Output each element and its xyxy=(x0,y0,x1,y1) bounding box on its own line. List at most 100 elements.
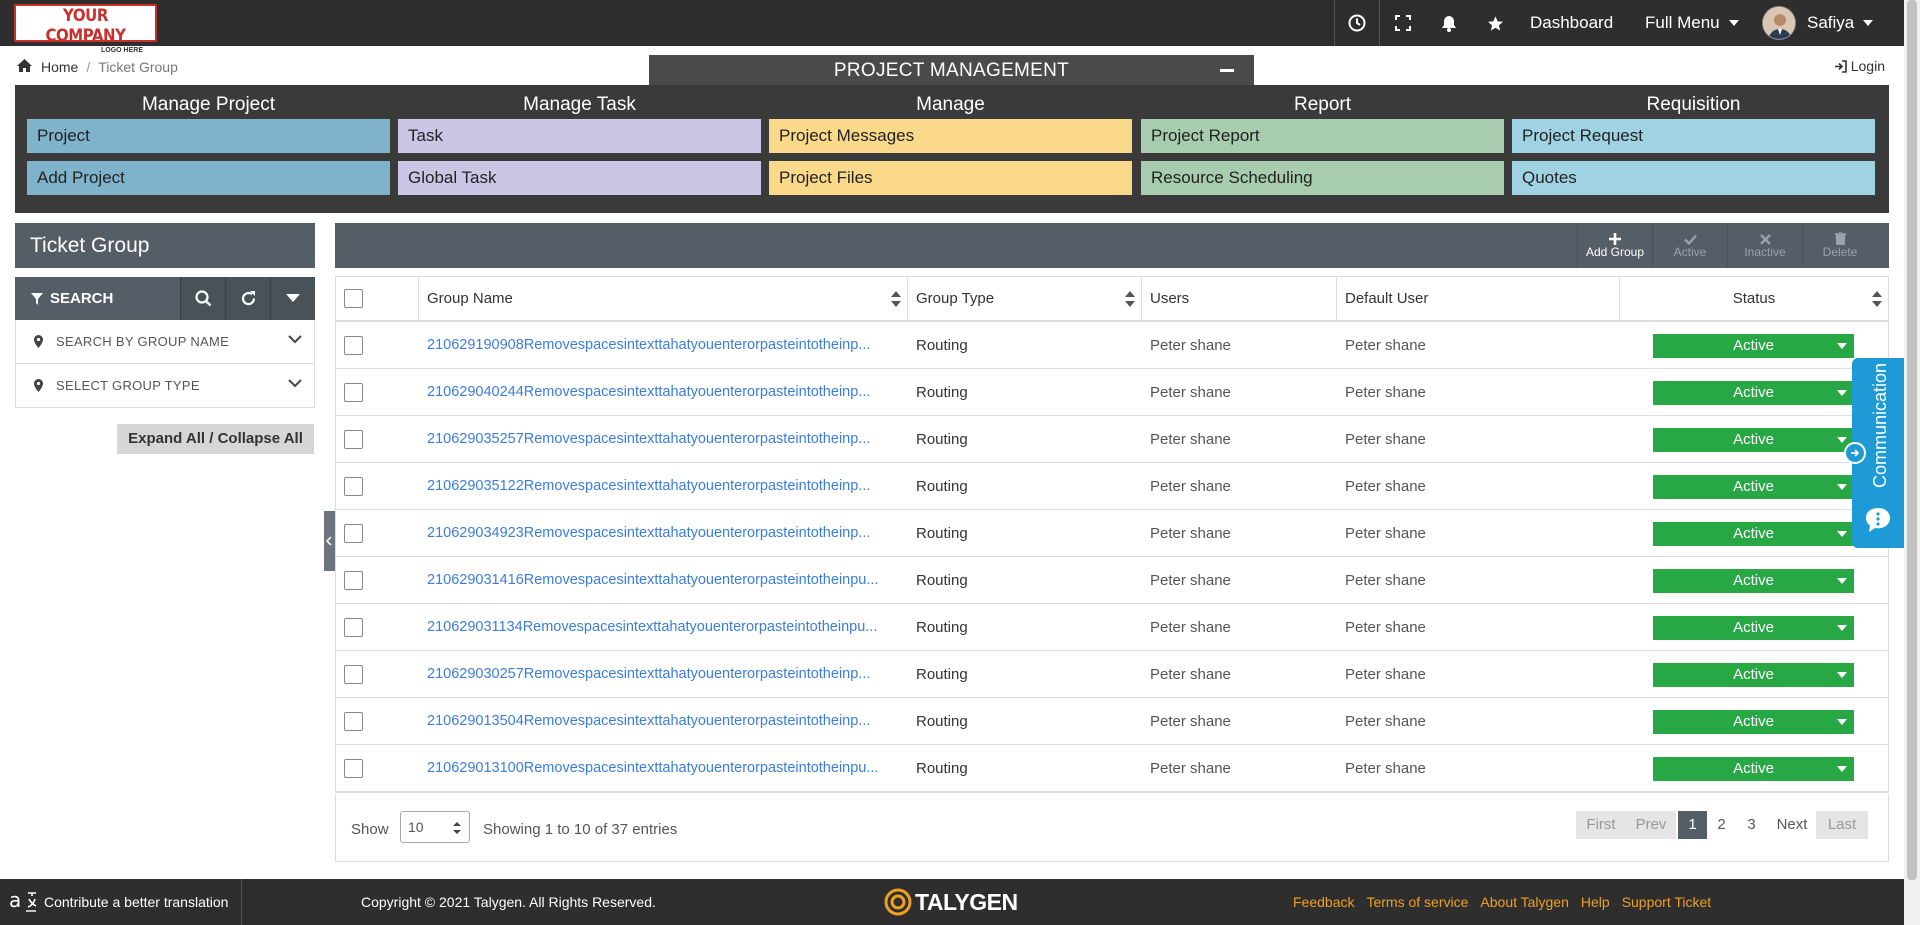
prev-page-button[interactable]: Prev xyxy=(1626,811,1676,839)
caret-down-icon[interactable] xyxy=(1830,757,1854,781)
menu-item-project-report[interactable]: Project Report xyxy=(1141,119,1504,153)
status-dropdown[interactable]: Active xyxy=(1653,334,1854,358)
caret-down-icon[interactable] xyxy=(1830,616,1854,640)
add-group-button[interactable]: Add Group xyxy=(1577,223,1652,268)
login-link[interactable]: Login xyxy=(1834,58,1885,74)
column-header-group-type[interactable]: Group Type xyxy=(908,277,1142,320)
menu-item-project-messages[interactable]: Project Messages xyxy=(769,119,1132,153)
page-1-button[interactable]: 1 xyxy=(1678,811,1707,839)
caret-down-icon[interactable] xyxy=(1830,569,1854,593)
star-icon[interactable] xyxy=(1472,0,1518,46)
group-name-link[interactable]: 210629030257Removespacesintexttahatyouen… xyxy=(427,666,900,682)
group-name-link[interactable]: 210629013504Removespacesintexttahatyouen… xyxy=(427,713,900,729)
row-select-cell xyxy=(336,698,419,744)
users-cell: Peter shane xyxy=(1150,463,1231,509)
active-label: Active xyxy=(1673,245,1707,259)
footer-link-help[interactable]: Help xyxy=(1581,894,1610,910)
column-header-status[interactable]: Status xyxy=(1620,277,1888,320)
page-scrollbar[interactable] xyxy=(1904,0,1920,925)
translate-link[interactable]: a Contribute a better translation xyxy=(0,879,242,925)
menu-item-project-files[interactable]: Project Files xyxy=(769,161,1132,195)
page-3-button[interactable]: 3 xyxy=(1737,811,1766,839)
arrow-right-icon[interactable] xyxy=(1844,442,1866,464)
company-logo[interactable]: YOUR COMPANY LOGO HERE xyxy=(14,4,157,54)
row-checkbox[interactable] xyxy=(344,429,363,449)
filter-group-type[interactable]: SELECT GROUP TYPE xyxy=(15,364,315,408)
group-name-link[interactable]: 210629190908Removespacesintexttahatyouen… xyxy=(427,337,900,353)
fullscreen-icon[interactable] xyxy=(1380,0,1426,46)
caret-down-icon[interactable] xyxy=(1830,710,1854,734)
search-icon[interactable] xyxy=(180,277,225,320)
bell-icon[interactable] xyxy=(1426,0,1472,46)
group-name-link[interactable]: 210629013100Removespacesintexttahatyouen… xyxy=(427,760,900,776)
footer-link-feedback[interactable]: Feedback xyxy=(1293,894,1354,910)
communication-tab[interactable]: Communication xyxy=(1844,358,1904,548)
search-toggle[interactable]: SEARCH xyxy=(15,277,180,320)
caret-down-icon[interactable] xyxy=(270,277,315,320)
select-all-checkbox[interactable] xyxy=(344,289,363,308)
row-checkbox[interactable] xyxy=(344,476,363,496)
row-checkbox[interactable] xyxy=(344,617,363,637)
status-dropdown[interactable]: Active xyxy=(1653,710,1854,734)
footer-link-terms[interactable]: Terms of service xyxy=(1366,894,1468,910)
group-name-link[interactable]: 210629035257Removespacesintexttahatyouen… xyxy=(427,431,900,447)
active-button[interactable]: Active xyxy=(1652,223,1727,268)
panel-collapse-handle[interactable] xyxy=(324,511,335,571)
group-name-cell: 210629190908Removespacesintexttahatyouen… xyxy=(427,322,900,368)
group-name-link[interactable]: 210629034923Removespacesintexttahatyouen… xyxy=(427,525,900,541)
status-dropdown[interactable]: Active xyxy=(1653,616,1854,640)
footer-link-support[interactable]: Support Ticket xyxy=(1622,894,1712,910)
clock-icon[interactable] xyxy=(1334,0,1380,46)
group-name-link[interactable]: 210629031134Removespacesintexttahatyouen… xyxy=(427,619,900,635)
row-checkbox[interactable] xyxy=(344,711,363,731)
group-name-link[interactable]: 210629040244Removespacesintexttahatyouen… xyxy=(427,384,900,400)
menu-item-quotes[interactable]: Quotes xyxy=(1512,161,1875,195)
status-dropdown[interactable]: Active xyxy=(1653,569,1854,593)
row-checkbox[interactable] xyxy=(344,335,363,355)
dashboard-link[interactable]: Dashboard xyxy=(1530,0,1613,46)
collapse-icon[interactable] xyxy=(1220,69,1234,72)
status-dropdown[interactable]: Active xyxy=(1653,522,1854,546)
status-dropdown[interactable]: Active xyxy=(1653,475,1854,499)
row-checkbox[interactable] xyxy=(344,758,363,778)
page-size-select[interactable]: 10 xyxy=(400,811,470,843)
status-dropdown[interactable]: Active xyxy=(1653,381,1854,405)
caret-down-icon[interactable] xyxy=(1830,663,1854,687)
menu-item-global-task[interactable]: Global Task xyxy=(398,161,761,195)
caret-down-icon[interactable] xyxy=(1830,522,1854,546)
page-2-button[interactable]: 2 xyxy=(1707,811,1736,839)
scrollbar-thumb[interactable] xyxy=(1907,0,1917,880)
menu-item-project-request[interactable]: Project Request xyxy=(1512,119,1875,153)
inactive-button[interactable]: Inactive xyxy=(1727,223,1802,268)
delete-button[interactable]: Delete xyxy=(1802,223,1877,268)
row-checkbox[interactable] xyxy=(344,382,363,402)
footer-link-about[interactable]: About Talygen xyxy=(1480,894,1568,910)
row-checkbox[interactable] xyxy=(344,570,363,590)
refresh-icon[interactable] xyxy=(225,277,270,320)
filter-group-name[interactable]: SEARCH BY GROUP NAME xyxy=(15,320,315,364)
home-icon[interactable] xyxy=(16,58,33,76)
last-page-button[interactable]: Last xyxy=(1816,811,1868,839)
status-dropdown[interactable]: Active xyxy=(1653,663,1854,687)
row-checkbox[interactable] xyxy=(344,664,363,684)
column-header-group-name[interactable]: Group Name xyxy=(419,277,908,320)
caret-down-icon[interactable] xyxy=(1830,381,1854,405)
status-badge: Active xyxy=(1733,619,1774,636)
status-dropdown[interactable]: Active xyxy=(1653,428,1854,452)
full-menu-dropdown[interactable]: Full Menu xyxy=(1645,0,1739,46)
user-menu[interactable]: Safiya xyxy=(1762,0,1874,46)
status-dropdown[interactable]: Active xyxy=(1653,757,1854,781)
breadcrumb-home[interactable]: Home xyxy=(41,59,78,75)
expand-collapse-button[interactable]: Expand All / Collapse All xyxy=(117,424,314,454)
menu-item-resource-scheduling[interactable]: Resource Scheduling xyxy=(1141,161,1504,195)
row-checkbox[interactable] xyxy=(344,523,363,543)
menu-item-project[interactable]: Project xyxy=(27,119,390,153)
menu-item-add-project[interactable]: Add Project xyxy=(27,161,390,195)
menu-item-task[interactable]: Task xyxy=(398,119,761,153)
first-page-button[interactable]: First xyxy=(1576,811,1626,839)
group-name-link[interactable]: 210629031416Removespacesintexttahatyouen… xyxy=(427,572,900,588)
caret-down-icon[interactable] xyxy=(1830,334,1854,358)
group-name-link[interactable]: 210629035122Removespacesintexttahatyouen… xyxy=(427,478,900,494)
next-page-button[interactable]: Next xyxy=(1770,811,1814,839)
caret-down-icon[interactable] xyxy=(1830,475,1854,499)
